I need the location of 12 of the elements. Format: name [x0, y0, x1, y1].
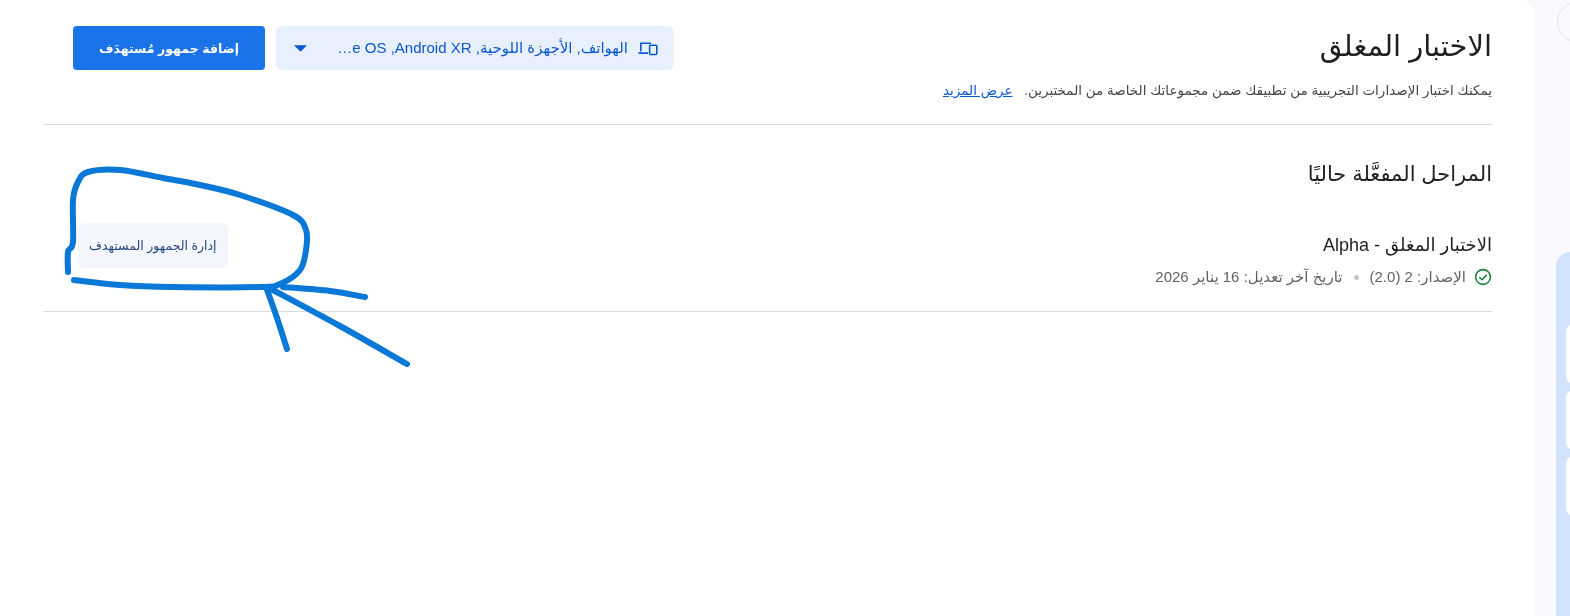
caret-icon — [294, 44, 307, 52]
manage-audience-button[interactable]: إدارة الجمهور المستهدف — [78, 223, 228, 268]
last-updated-date: تاريخ آخر تعديل: 16 يناير 2026 — [1155, 267, 1343, 288]
separator-dot-icon — [1353, 274, 1359, 280]
section-heading: المراحل المفعَّلة حاليًا — [1306, 161, 1492, 188]
add-audience-button[interactable]: إضافة جمهور مُستهدَف — [73, 26, 265, 70]
release-version: الإصدار: 2 (2.0) — [1369, 267, 1466, 288]
devices-icon — [638, 40, 658, 56]
description-text: يمكنك اختبار الإصدارات التجريبية من تطبيقك ضمن مجموعاتك الخاصة من المختبرين. — [1024, 83, 1492, 98]
learn-more-link[interactable]: عرض المزيد — [942, 83, 1013, 98]
page-title: الاختبار المغلق — [1318, 29, 1492, 64]
track-name: الاختبار المغلق - Alpha — [1321, 234, 1492, 257]
